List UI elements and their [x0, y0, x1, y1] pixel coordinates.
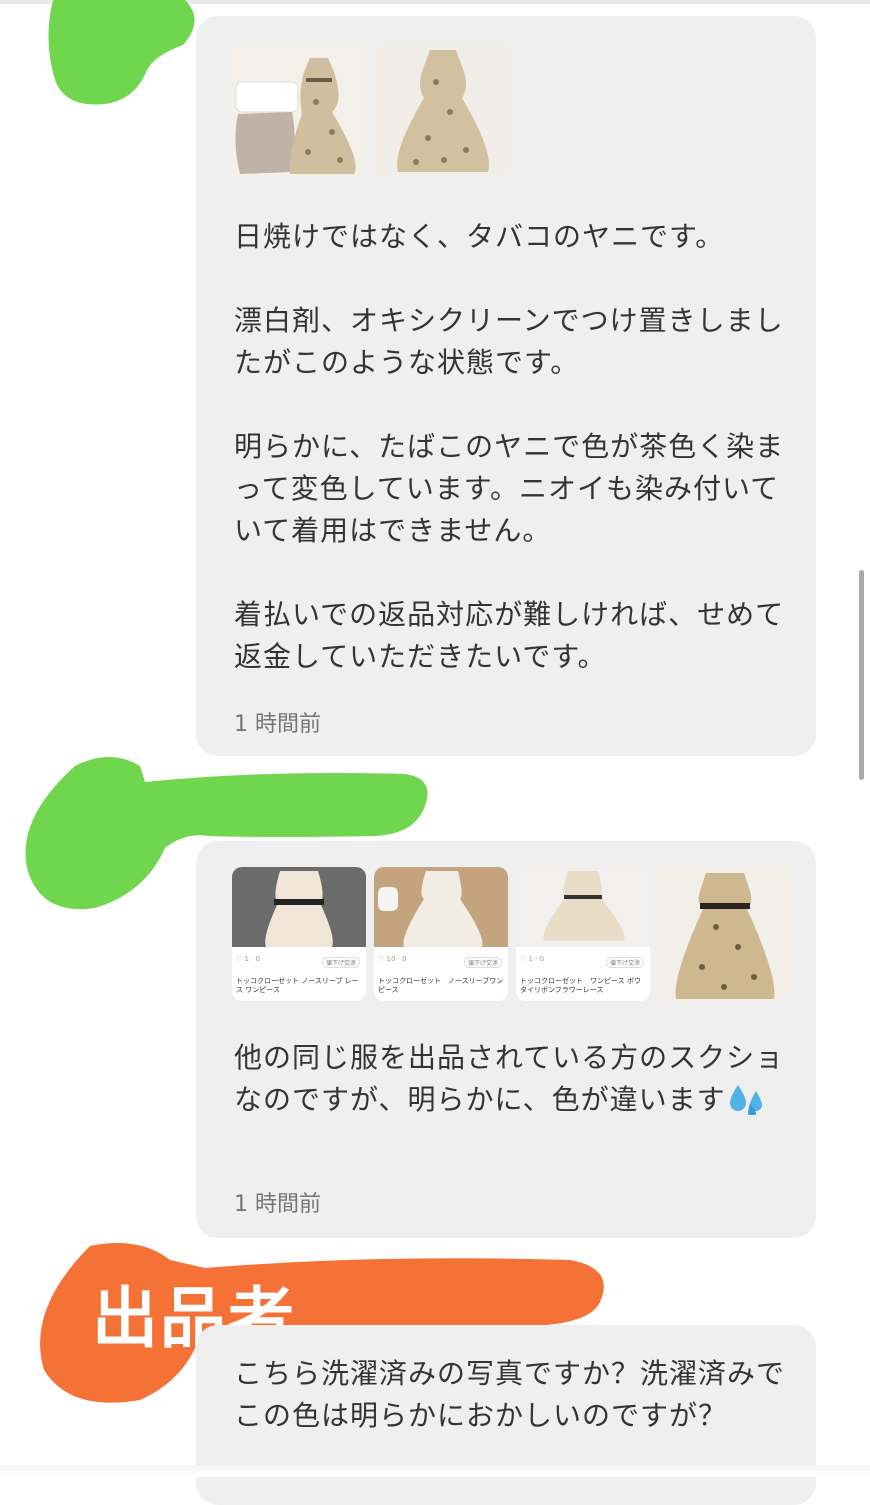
message-time: 1 時間前: [234, 712, 321, 737]
listing-title: トッコクローゼット ノースリーブ レース ワンピース: [236, 977, 359, 994]
listing-tag: 値下げ交渉: [321, 957, 360, 968]
dress-with-bags-image: [232, 42, 366, 176]
chat-bubble: こちら洗濯済みの写真ですか？洗濯済みでこの色は明らかにおかしいのですが？: [196, 1325, 816, 1505]
attached-image[interactable]: [232, 42, 366, 176]
attached-image[interactable]: [376, 42, 510, 176]
listing-title: トッコクローゼット ワンピース ボウタイリボンフラワーレース: [520, 977, 641, 994]
listing-photo: [374, 867, 508, 947]
dress-image: [376, 42, 510, 176]
dress-photo: [658, 867, 792, 1001]
message-text: 日焼けではなく、タバコのヤニです。 漂白剤、オキシクリーンでつけ置きしましたがこ…: [234, 220, 785, 673]
listing-stats: ♡ 10 · 0: [378, 955, 407, 963]
listing-screenshot[interactable]: ♡ 1 · 0 値下げ交渉 トッコクローゼット ノースリーブ レース ワンピース: [232, 867, 366, 1001]
sweat-droplets-icon: [729, 1085, 762, 1115]
bottom-edge: [0, 1465, 870, 1477]
listing-screenshot[interactable]: ♡ 1 · 0 値下げ交渉 トッコクローゼット ワンピース ボウタイリボンフラワ…: [516, 867, 650, 1001]
listing-stats: ♡ 1 · 0: [236, 955, 261, 963]
message-text: 他の同じ服を出品されている方のスクショなのですが、明らかに、色が違います: [234, 1037, 786, 1121]
message-time: 1 時間前: [234, 1192, 321, 1217]
chat-bubble: 日焼けではなく、タバコのヤニです。 漂白剤、オキシクリーンでつけ置きしましたがこ…: [196, 16, 816, 756]
listing-stats: ♡ 1 · 0: [520, 955, 545, 963]
listing-tag: 値下げ交渉: [605, 957, 644, 968]
message-text-body: 他の同じ服を出品されている方のスクショなのですが、明らかに、色が違います: [234, 1041, 785, 1116]
chat-bubble: ♡ 1 · 0 値下げ交渉 トッコクローゼット ノースリーブ レース ワンピース…: [196, 841, 816, 1238]
listing-photo: [232, 867, 366, 947]
listing-photo: [516, 867, 650, 947]
scrollbar[interactable]: [859, 570, 864, 780]
attached-images: [232, 42, 510, 176]
attached-images: ♡ 1 · 0 値下げ交渉 トッコクローゼット ノースリーブ レース ワンピース…: [232, 867, 792, 1001]
listing-tag: 値下げ交渉: [463, 957, 502, 968]
message-text: こちら洗濯済みの写真ですか？洗濯済みでこの色は明らかにおかしいのですが？: [234, 1357, 786, 1432]
listing-screenshot[interactable]: ♡ 10 · 0 値下げ交渉 トッコクローゼット ノースリーブワンピース: [374, 867, 508, 1001]
attached-image[interactable]: [658, 867, 792, 1001]
green-redaction-mark-top: [48, 0, 195, 105]
listing-title: トッコクローゼット ノースリーブワンピース: [378, 977, 504, 994]
